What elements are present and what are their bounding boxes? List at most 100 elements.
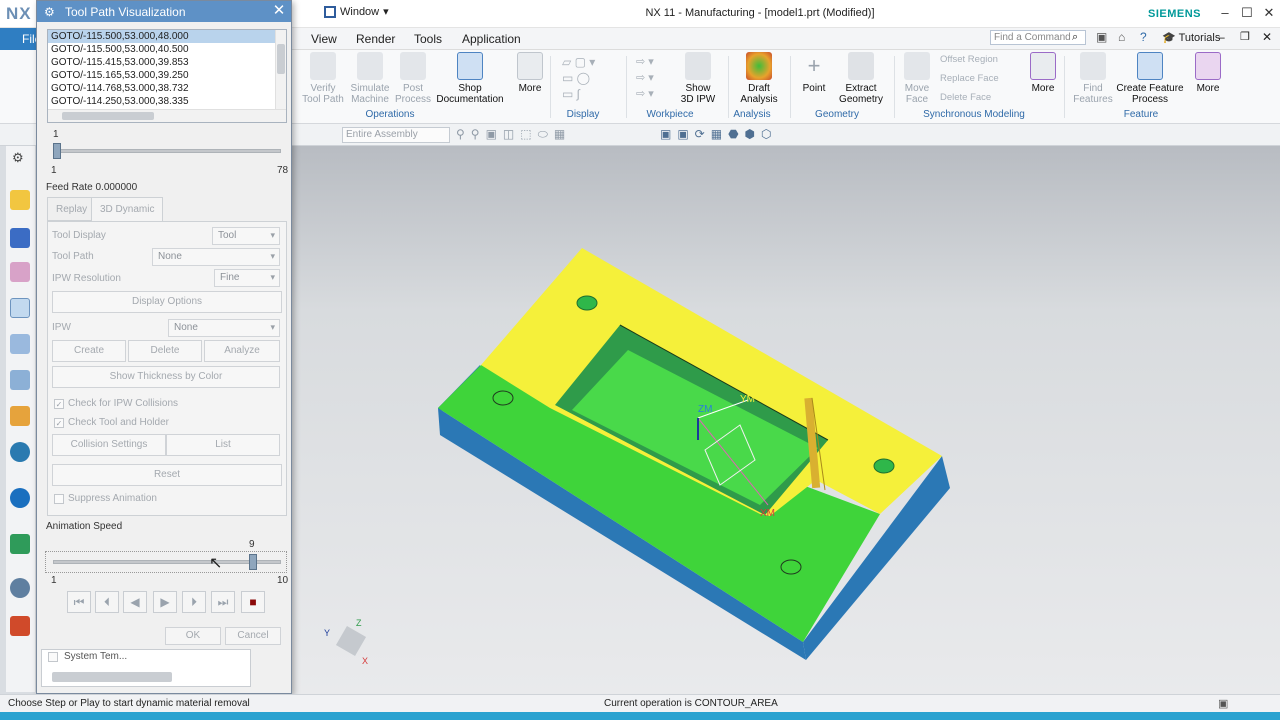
display-tools[interactable]: ▱ ▢ ▾ ▭ ◯ ▭ ∫ xyxy=(562,54,620,104)
lower-navigator-list[interactable]: System Tem... xyxy=(41,649,251,687)
check-ipw-collisions-checkbox[interactable]: ✓ xyxy=(54,399,64,409)
suppress-animation-checkbox[interactable] xyxy=(54,494,64,504)
list-item[interactable]: System Tem... xyxy=(64,651,127,662)
verify-tool-path-button[interactable]: Verify Tool Path xyxy=(300,52,346,105)
restore-icon[interactable]: ❐ xyxy=(1240,30,1250,43)
rewind-to-start-icon[interactable]: ⏮ xyxy=(67,591,91,613)
tab-replay[interactable]: Replay xyxy=(47,197,97,221)
list-item[interactable]: GOTO/-114.768,53.000,38.732 xyxy=(48,82,286,95)
more-operations-button[interactable]: More xyxy=(514,52,546,94)
help-icon[interactable]: ? xyxy=(1140,30,1147,44)
list-item[interactable]: GOTO/-114.250,53.000,38.335 xyxy=(48,95,286,108)
vertical-scrollbar[interactable] xyxy=(275,30,286,110)
search-icon[interactable]: ⌕ xyxy=(1072,31,1078,44)
cancel-button[interactable]: Cancel xyxy=(225,627,281,645)
more-sync-button[interactable]: More xyxy=(1028,52,1058,94)
list-button[interactable]: List xyxy=(166,434,280,456)
goto-list[interactable]: GOTO/-115.500,53.000,48.000 GOTO/-115.50… xyxy=(47,29,287,123)
reset-button[interactable]: Reset xyxy=(52,464,282,486)
reuse-library-icon[interactable] xyxy=(10,370,30,390)
assembly-navigator-icon[interactable] xyxy=(10,262,30,282)
roles-icon[interactable] xyxy=(10,406,30,426)
home-icon[interactable]: ⌂ xyxy=(1118,30,1125,44)
screen-icon[interactable]: ▣ xyxy=(1218,697,1228,710)
tool-path-select[interactable]: None xyxy=(152,248,280,266)
group-feature: Feature xyxy=(1123,109,1159,120)
position-slider-track[interactable] xyxy=(53,149,281,153)
fast-forward-to-end-icon[interactable]: ⏭ xyxy=(211,591,235,613)
show-thickness-button[interactable]: Show Thickness by Color xyxy=(52,366,280,388)
find-features-button[interactable]: Find Features xyxy=(1070,52,1116,105)
position-slider-thumb[interactable] xyxy=(53,143,61,159)
replace-face-item[interactable]: Replace Face xyxy=(940,73,999,84)
gear-icon[interactable]: ⚙ xyxy=(44,5,55,19)
history-icon[interactable] xyxy=(10,578,30,598)
view-icons[interactable]: ▣▣⟳▦⬣⬢⬡ xyxy=(660,127,778,141)
window-icon[interactable]: ▣ xyxy=(1096,30,1107,44)
list-item[interactable]: GOTO/-115.165,53.000,39.250 xyxy=(48,69,286,82)
ok-button[interactable]: OK xyxy=(165,627,221,645)
gear-icon[interactable]: ⚙ xyxy=(12,150,24,166)
step-back-icon[interactable]: ⏴ xyxy=(95,591,119,613)
list-item[interactable]: GOTO/-115.500,53.000,40.500 xyxy=(48,43,286,56)
move-face-button[interactable]: Move Face xyxy=(900,52,934,105)
show-3d-ipw-button[interactable]: Show 3D IPW xyxy=(676,52,720,105)
menu-view[interactable]: View xyxy=(311,32,337,46)
workpiece-tools[interactable]: ⇨ ▾ ⇨ ▾ ⇨ ▾ xyxy=(636,54,666,104)
list-item[interactable]: GOTO/-115.500,53.000,48.000 xyxy=(48,30,286,43)
delete-face-item[interactable]: Delete Face xyxy=(940,92,991,103)
play-reverse-icon[interactable]: ◀ xyxy=(123,591,147,613)
machine-navigator-icon[interactable] xyxy=(10,334,30,354)
horizontal-scrollbar[interactable] xyxy=(52,672,172,682)
system-materials-icon[interactable] xyxy=(10,534,30,554)
tool-navigator-icon[interactable] xyxy=(10,298,30,318)
simulate-machine-button[interactable]: Simulate Machine xyxy=(348,52,392,105)
stop-icon[interactable]: ■ xyxy=(241,591,265,613)
display-options-button[interactable]: Display Options xyxy=(52,291,282,313)
extract-geometry-button[interactable]: Extract Geometry xyxy=(834,52,888,105)
operation-navigator-icon[interactable] xyxy=(10,190,30,210)
menu-tools[interactable]: Tools xyxy=(414,32,442,46)
speed-slider-thumb[interactable] xyxy=(248,554,257,570)
list-item[interactable]: GOTO/-115.415,53.000,39.853 xyxy=(48,56,286,69)
point-button[interactable]: + Point xyxy=(796,52,832,94)
step-forward-icon[interactable]: ⏵ xyxy=(182,591,206,613)
offset-region-item[interactable]: Offset Region xyxy=(940,54,998,65)
graphics-viewport[interactable]: ZM YM XM Z Y X xyxy=(292,146,1280,694)
ipw-select[interactable]: None xyxy=(168,319,280,337)
delete-button[interactable]: Delete xyxy=(128,340,202,362)
maximize-icon[interactable]: ☐ xyxy=(1239,6,1255,20)
button-label: Verify xyxy=(310,83,336,94)
tool-display-select[interactable]: Tool xyxy=(212,227,280,245)
tab-3d-dynamic[interactable]: 3D Dynamic xyxy=(91,197,164,221)
close-icon[interactable]: ✕ xyxy=(1261,6,1277,20)
menu-application[interactable]: Application xyxy=(462,32,521,46)
menu-render[interactable]: Render xyxy=(356,32,395,46)
draft-analysis-button[interactable]: Draft Analysis xyxy=(734,52,784,105)
more-feature-button[interactable]: More xyxy=(1192,52,1224,94)
collision-settings-button[interactable]: Collision Settings xyxy=(52,434,166,456)
assembly-filter-select[interactable]: Entire Assembly xyxy=(342,127,450,143)
minimize-icon[interactable]: – xyxy=(1217,6,1233,20)
ipw-resolution-select[interactable]: Fine xyxy=(214,269,280,287)
shop-documentation-button[interactable]: Shop Documentation xyxy=(434,52,506,105)
selection-icons[interactable]: ⚲⚲▣◫⬚⬭▦ xyxy=(456,127,571,142)
minimize-ribbon-icon[interactable]: – xyxy=(1218,30,1225,44)
list-item-checkbox[interactable] xyxy=(48,652,58,662)
palette-icon[interactable] xyxy=(10,616,30,636)
web-browser-icon[interactable] xyxy=(10,442,30,462)
create-feature-process-button[interactable]: Create Feature Process xyxy=(1116,52,1184,105)
window-menu[interactable]: Window ▾ xyxy=(324,5,389,18)
tutorials-button[interactable]: 🎓 Tutorials xyxy=(1162,31,1220,44)
horizontal-scrollbar[interactable] xyxy=(48,109,286,122)
create-button[interactable]: Create xyxy=(52,340,126,362)
speed-slider-track[interactable] xyxy=(53,560,281,564)
dialog-close-icon[interactable]: ✕ xyxy=(271,3,287,19)
play-icon[interactable]: ▶ xyxy=(153,591,177,613)
info-icon[interactable] xyxy=(10,488,30,508)
check-tool-holder-checkbox[interactable]: ✓ xyxy=(54,418,64,428)
post-process-button[interactable]: Post Process xyxy=(393,52,433,105)
part-navigator-icon[interactable] xyxy=(10,228,30,248)
analyze-button[interactable]: Analyze xyxy=(204,340,280,362)
close-doc-icon[interactable]: ✕ xyxy=(1262,30,1272,44)
